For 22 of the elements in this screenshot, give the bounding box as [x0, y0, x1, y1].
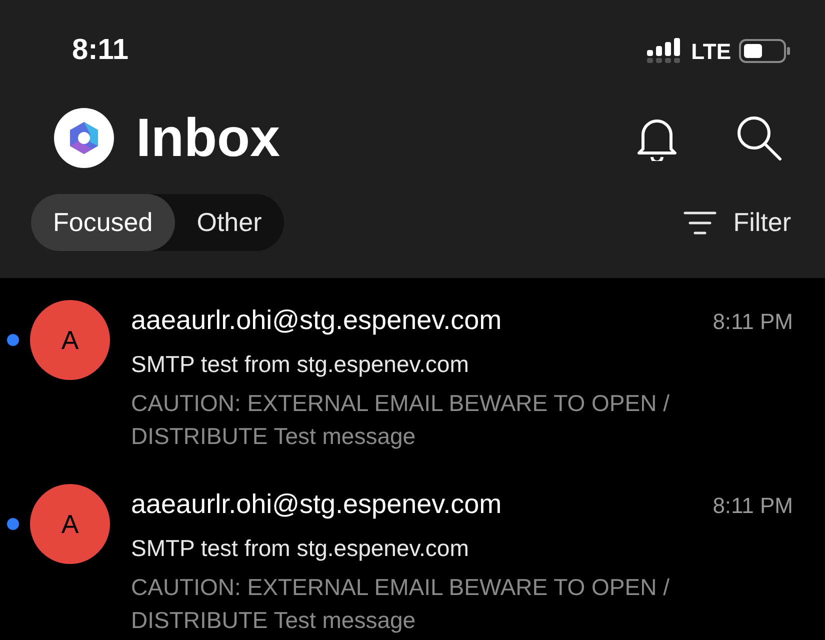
- message-subject: SMTP test from stg.espenev.com: [131, 350, 470, 379]
- message-time: 8:11 PM: [712, 492, 793, 520]
- message-row[interactable]: A aaeaurlr.ohi@stg.espenev.com 8:11 PM SMTP test from stg.espenev.com CAUTION: EXTERNAL EMAIL BEWARE TO OPEN / DISTRIBUTE Test message: [0, 278, 825, 462]
- sender-avatar: A: [30, 484, 110, 564]
- inbox-title: Inbox: [136, 111, 280, 165]
- battery-icon: [739, 38, 791, 64]
- sender-address: aaeaurlr.ohi@stg.espenev.com: [131, 488, 502, 521]
- filter-button[interactable]: Filter: [683, 203, 791, 242]
- sender-address: aaeaurlr.ohi@stg.espenev.com: [131, 304, 502, 337]
- status-time: 8:11: [72, 33, 128, 68]
- app-logo-icon: [54, 108, 114, 168]
- message-preview: CAUTION: EXTERNAL EMAIL BEWARE TO OPEN / DISTRIBUTE Test message: [131, 573, 670, 635]
- message-row[interactable]: A aaeaurlr.ohi@stg.espenev.com 8:11 PM SMTP test from stg.espenev.com CAUTION: EXTERNAL EMAIL BEWARE TO OPEN / DISTRIBUTE Test message: [0, 462, 825, 640]
- message-preview: CAUTION: EXTERNAL EMAIL BEWARE TO OPEN / DISTRIBUTE Test message: [131, 389, 670, 451]
- message-subject: SMTP test from stg.espenev.com: [131, 534, 470, 563]
- sender-avatar: A: [30, 300, 110, 380]
- message-time: 8:11 PM: [712, 308, 793, 336]
- mailbox-tab[interactable]: Focused: [31, 194, 175, 251]
- filter-icon: [683, 210, 718, 236]
- search-icon[interactable]: [735, 114, 783, 162]
- mailbox-tab[interactable]: Other: [174, 194, 284, 251]
- network-label: LTE: [691, 38, 731, 66]
